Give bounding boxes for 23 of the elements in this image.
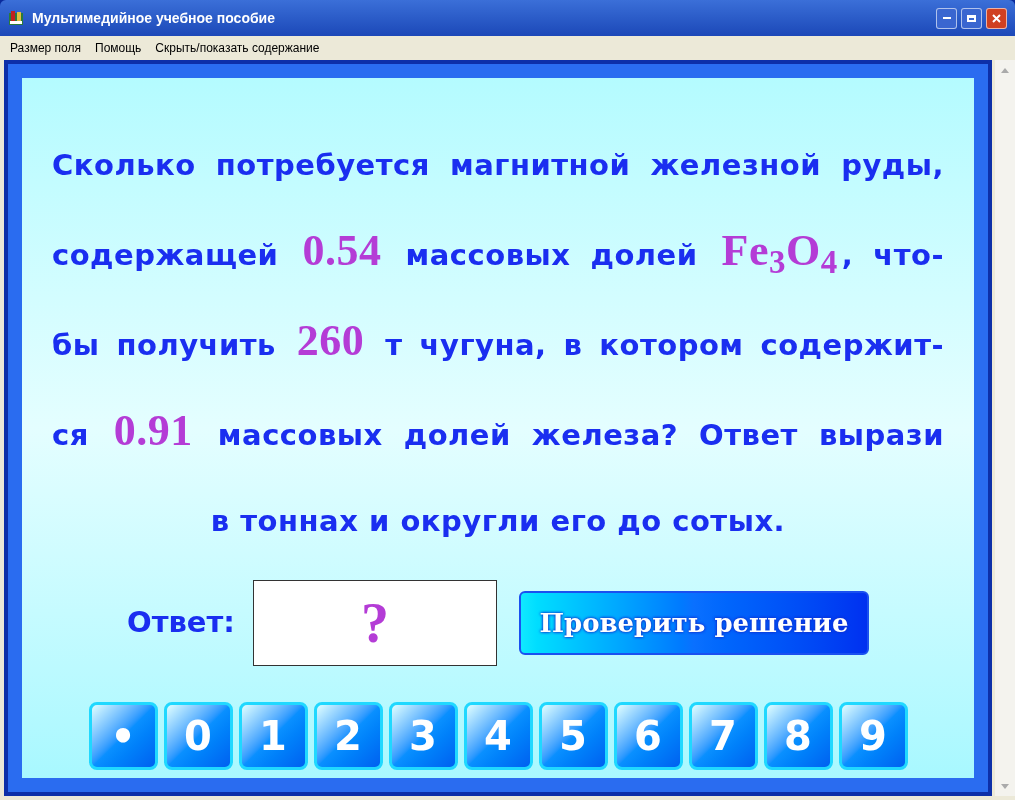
keypad-key[interactable]: 8 <box>763 702 833 770</box>
window-title: Мультимедийное учебное пособие <box>32 8 275 28</box>
keypad-key[interactable]: 5 <box>538 702 608 770</box>
keypad-key[interactable]: 9 <box>838 702 908 770</box>
maximize-button[interactable] <box>961 7 982 29</box>
menu-item[interactable]: Размер поля <box>10 39 81 57</box>
keypad-key[interactable]: 3 <box>388 702 458 770</box>
keypad-key[interactable]: 1 <box>238 702 308 770</box>
menu-item[interactable]: Скрыть/показать содержание <box>155 39 320 57</box>
keypad-key[interactable]: 4 <box>463 702 533 770</box>
close-icon <box>992 13 1001 23</box>
check-solution-button[interactable]: Проверить решение <box>518 591 869 655</box>
answer-field[interactable]: ? <box>252 580 497 666</box>
keypad-key[interactable]: 6 <box>613 702 683 770</box>
keypad-key[interactable]: • <box>88 702 158 770</box>
menu-item[interactable]: Помощь <box>95 39 142 57</box>
keypad-key[interactable]: 2 <box>313 702 383 770</box>
keypad-key[interactable]: 7 <box>688 702 758 770</box>
minimize-button[interactable] <box>936 7 957 29</box>
book-icon <box>8 10 24 26</box>
close-button[interactable] <box>986 7 1007 29</box>
keypad-key[interactable]: 0 <box>163 702 233 770</box>
answer-label: Ответ: <box>127 604 235 642</box>
